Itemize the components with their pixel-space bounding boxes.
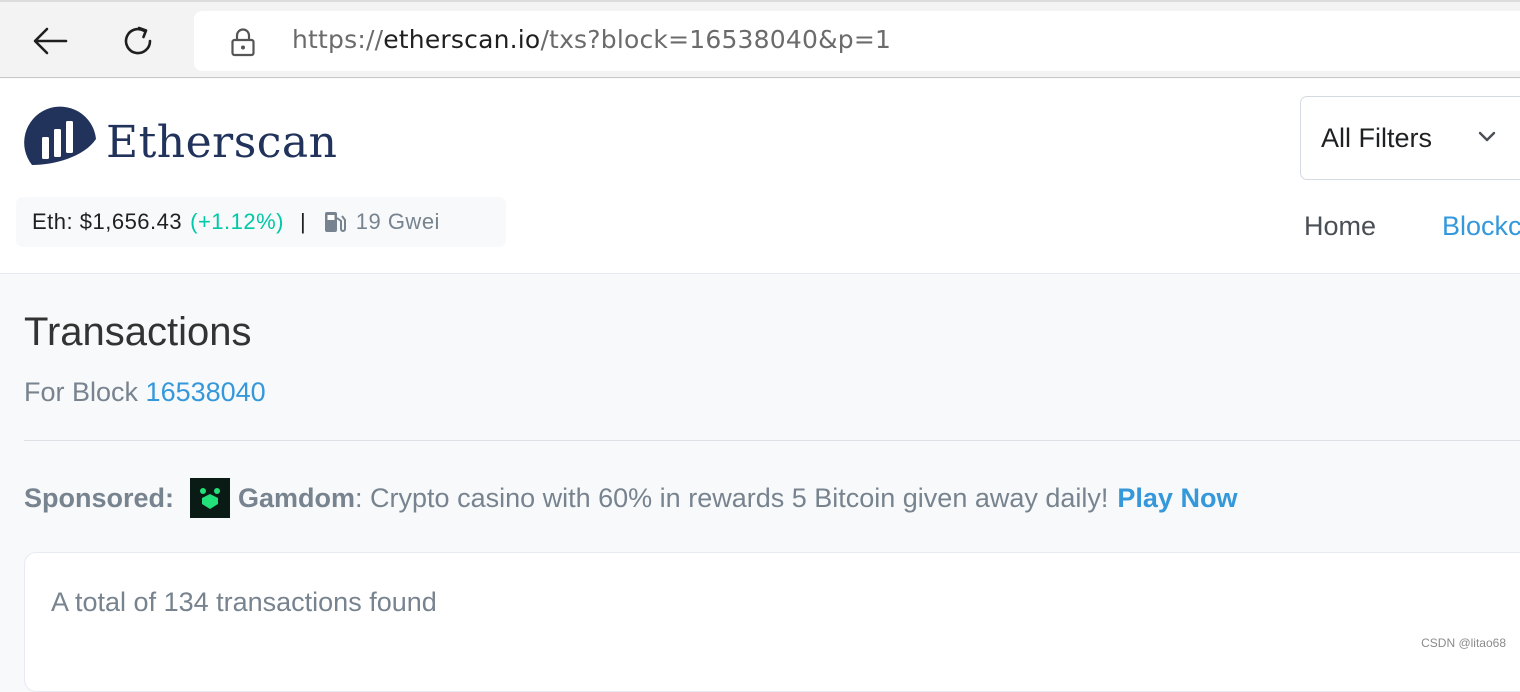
etherscan-logo-icon bbox=[24, 106, 97, 176]
sponsored-label: Sponsored: bbox=[24, 482, 175, 513]
eth-price[interactable]: Eth: $1,656.43 bbox=[32, 209, 182, 235]
sponsored-message: : Crypto casino with 60% in rewards 5 Bi… bbox=[355, 482, 1109, 513]
filter-label: All Filters bbox=[1321, 123, 1433, 153]
page-subtitle: For Block 16538040 bbox=[24, 377, 266, 408]
browser-toolbar: https://etherscan.io/txs?block=16538040&… bbox=[0, 0, 1520, 78]
search-filter-select[interactable]: All Filters bbox=[1300, 96, 1520, 180]
nav-blockchain[interactable]: Blockchain bbox=[1442, 211, 1520, 242]
reload-button[interactable] bbox=[112, 16, 164, 66]
eth-price-change: (+1.12%) bbox=[190, 209, 285, 234]
reload-icon bbox=[124, 26, 152, 55]
watermark: CSDN @litao68 bbox=[1421, 636, 1506, 650]
url-path: /txs?block=16538040&p=1 bbox=[540, 25, 892, 54]
url-text[interactable]: https://etherscan.io/txs?block=16538040&… bbox=[292, 25, 891, 54]
transactions-card: A total of 134 transactions found bbox=[24, 552, 1520, 692]
nav-home[interactable]: Home bbox=[1304, 211, 1376, 242]
sponsor-brand-link[interactable]: Gamdom bbox=[238, 483, 355, 514]
page-title: Transactions bbox=[24, 310, 252, 354]
url-scheme: https:// bbox=[292, 25, 384, 54]
block-number-link[interactable]: 16538040 bbox=[146, 377, 266, 407]
price-separator: | bbox=[300, 209, 306, 234]
etherscan-logo[interactable]: Etherscan bbox=[24, 105, 338, 179]
divider bbox=[24, 440, 1520, 441]
gas-price[interactable]: 19 Gwei bbox=[356, 209, 440, 235]
sponsored-banner: Sponsored: Gamdom : Crypto casino with 6… bbox=[24, 478, 1237, 518]
eth-price-bar: Eth: $1,656.43 (+1.12%) | 19 Gwei bbox=[16, 197, 506, 247]
gas-pump-icon bbox=[322, 209, 348, 235]
logo-text: Etherscan bbox=[106, 116, 338, 168]
chevron-down-icon bbox=[1477, 129, 1497, 148]
arrow-left-icon bbox=[33, 27, 68, 55]
subtitle-prefix: For Block bbox=[24, 377, 139, 407]
gamdom-logo-icon[interactable] bbox=[190, 478, 231, 518]
back-button[interactable] bbox=[24, 16, 76, 66]
transactions-count: A total of 134 transactions found bbox=[51, 587, 437, 617]
site-header: Etherscan Eth: $1,656.43 (+1.12%) | 19 G… bbox=[0, 79, 1520, 274]
address-bar[interactable]: https://etherscan.io/txs?block=16538040&… bbox=[194, 11, 1520, 71]
url-host: etherscan.io bbox=[383, 25, 541, 54]
lock-icon[interactable] bbox=[230, 27, 256, 62]
play-now-link[interactable]: Play Now bbox=[1117, 483, 1237, 514]
